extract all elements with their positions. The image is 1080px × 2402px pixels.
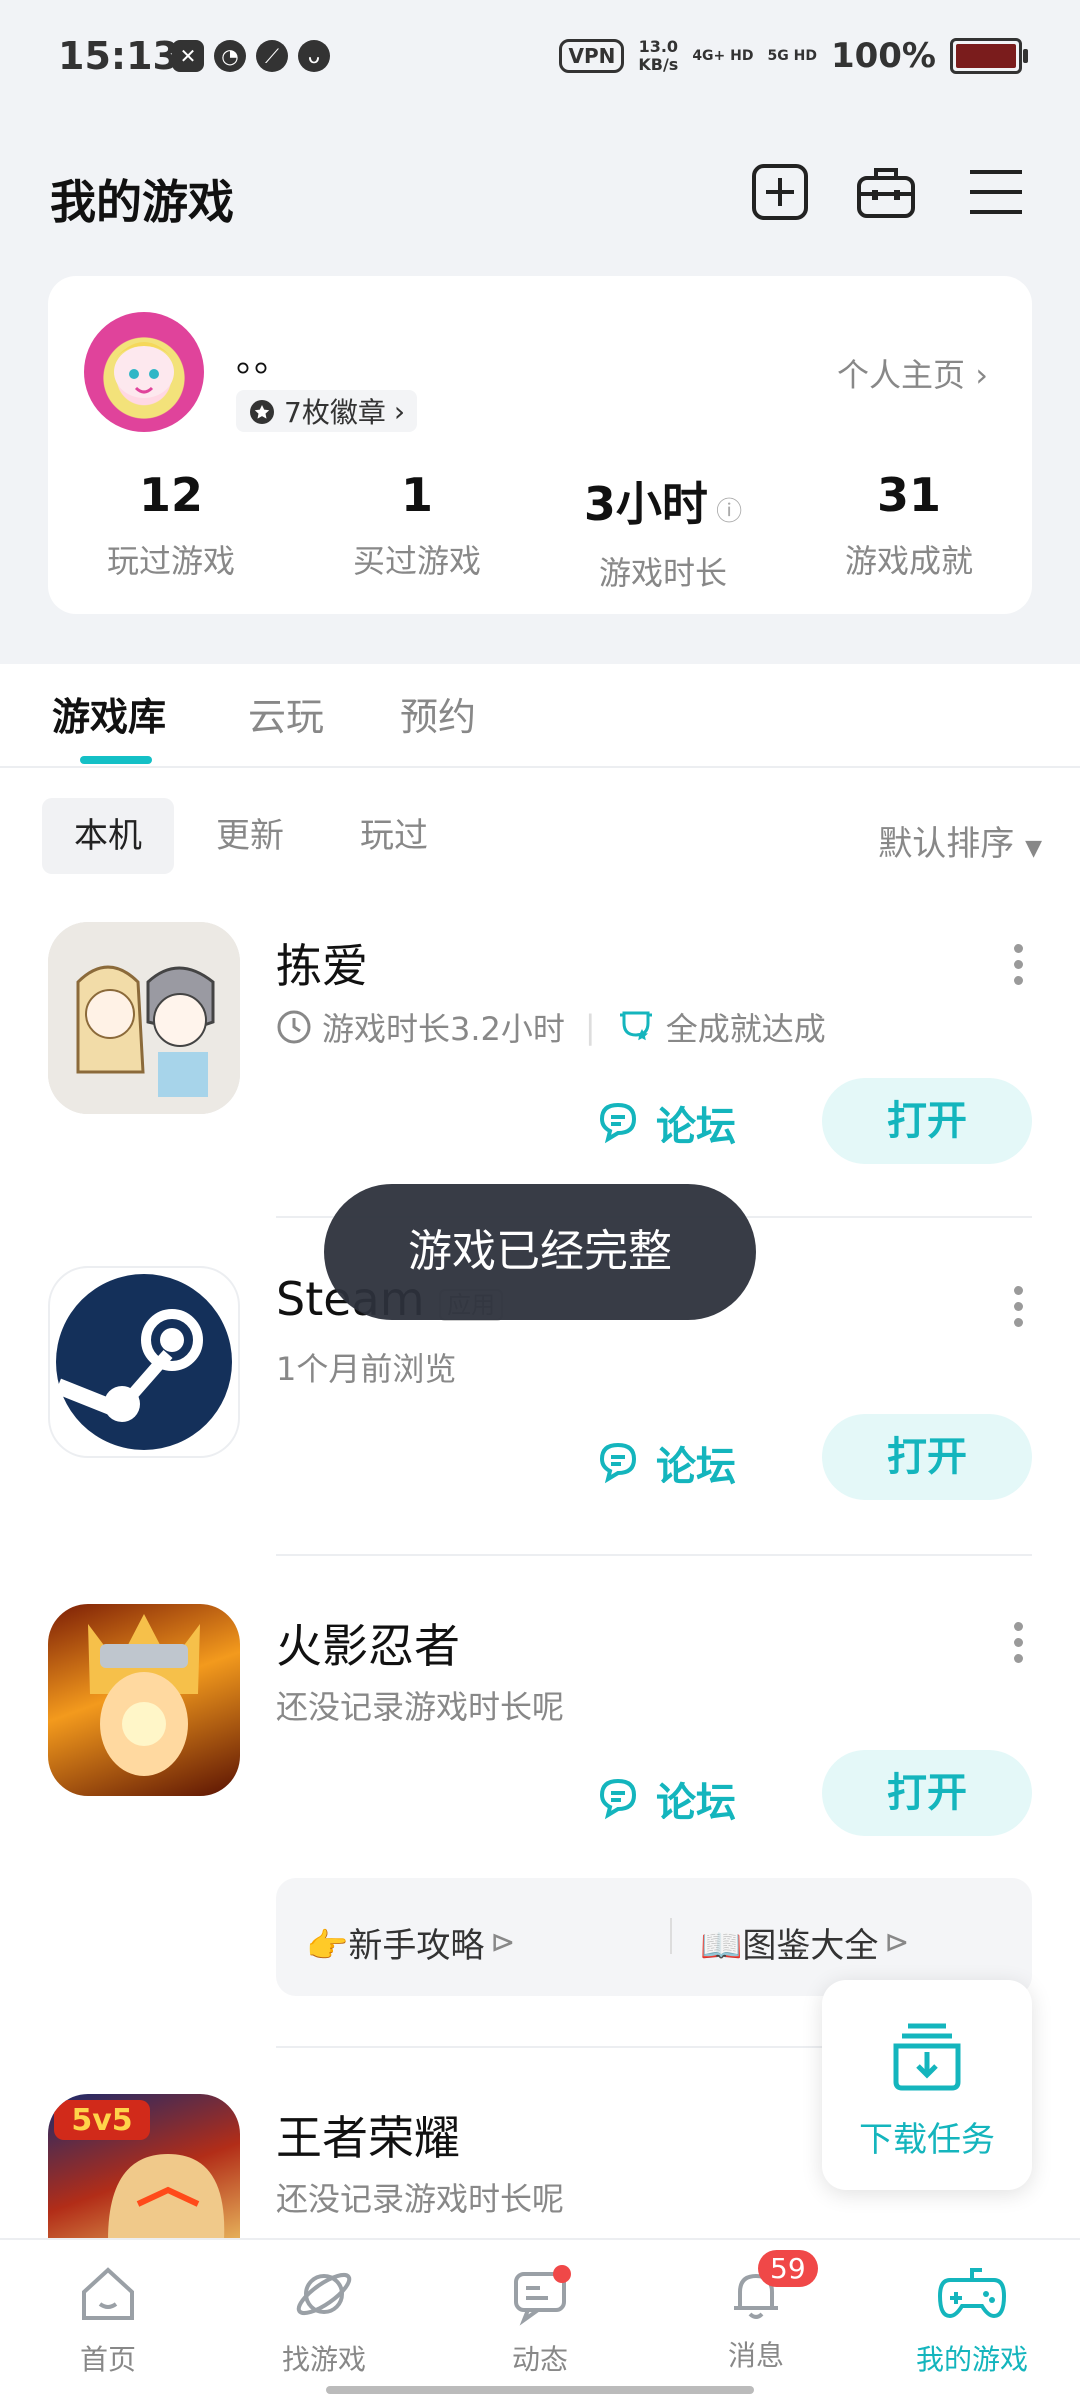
chat-bubble-icon	[514, 2265, 571, 2326]
alarm-icon: ◔	[214, 40, 246, 72]
chevron-right-icon: ›	[393, 394, 406, 428]
separator	[670, 1918, 672, 1954]
forum-button[interactable]: 论坛	[596, 1094, 736, 1152]
app-cat-icon: ᴗ	[298, 40, 330, 72]
user-nickname: 。。	[236, 339, 291, 380]
nav-find-games[interactable]: 找游戏	[216, 2262, 432, 2378]
nav-my-games[interactable]: 我的游戏	[864, 2262, 1080, 2378]
download-task-label: 下载任务	[859, 2120, 995, 2160]
more-options-icon[interactable]	[1014, 1286, 1024, 1334]
gamepad-icon	[937, 2268, 1007, 2319]
open-button[interactable]: 打开	[822, 1750, 1032, 1836]
last-browsed: 1个月前浏览	[276, 1350, 457, 1388]
honor-of-kings-art-icon: 5v5	[54, 2100, 225, 2240]
svg-text:5v5: 5v5	[71, 2103, 132, 2138]
jianai-art-icon	[48, 922, 240, 1114]
separator: |	[584, 1008, 596, 1046]
tab-indicator	[80, 756, 152, 764]
trophy-icon	[619, 1011, 652, 1041]
badge-count[interactable]: 7枚徽章 ›	[236, 390, 418, 432]
signal-4g: 4G+ HD	[692, 48, 754, 64]
beginner-guide-link[interactable]: 👉新手攻略 ⊳	[306, 1918, 515, 1967]
open-button[interactable]: 打开	[822, 1078, 1032, 1164]
game-icon-naruto[interactable]	[48, 1604, 240, 1796]
stat-play-time[interactable]: 3小时 ⓘ 游戏时长	[540, 468, 786, 594]
stat-achievements[interactable]: 31 游戏成就	[786, 468, 1032, 582]
forum-button[interactable]: 论坛	[596, 1770, 736, 1828]
caret-down-icon: ▼	[1025, 836, 1042, 861]
planet-icon	[296, 2272, 352, 2316]
avatar[interactable]	[84, 312, 204, 432]
vpn-icon: VPN	[559, 39, 625, 73]
game-icon-steam[interactable]	[48, 1266, 240, 1458]
status-time: 15:13	[58, 34, 179, 78]
game-playtime: 还没记录游戏时长呢	[276, 1688, 565, 1726]
filter-played[interactable]: 玩过	[328, 798, 460, 874]
game-icon-jianai[interactable]	[48, 922, 240, 1114]
game-playtime: 游戏时长3.2小时 | 全成就达成	[276, 1004, 826, 1050]
chevron-circle-icon: ⊳	[490, 1925, 516, 1960]
stat-played-games[interactable]: 12 玩过游戏	[48, 468, 294, 582]
sort-dropdown[interactable]: 默认排序 ▼	[878, 816, 1042, 865]
app-leaf-icon: ⟋	[256, 40, 288, 72]
status-bar: 15:13 ✕ ◔ ⟋ ᴗ VPN 13.0 KB/s 4G+ HD 5G HD…	[0, 0, 1080, 120]
toolbox-icon[interactable]	[856, 162, 916, 222]
medal-icon	[250, 400, 274, 424]
notification-icons: ✕ ◔ ⟋ ᴗ	[172, 40, 330, 72]
battery-icon	[950, 38, 1028, 74]
menu-icon[interactable]	[966, 162, 1026, 222]
app-notification-icon: ✕	[172, 40, 204, 72]
more-options-icon[interactable]	[1014, 944, 1024, 992]
stat-bought-games[interactable]: 1 买过游戏	[294, 468, 540, 582]
naruto-art-icon	[88, 1614, 200, 1776]
system-indicators: VPN 13.0 KB/s 4G+ HD 5G HD 100%	[559, 36, 1028, 76]
message-count-badge: 59	[758, 2250, 818, 2287]
game-icon-honor-of-kings[interactable]: 5v5	[48, 2094, 240, 2240]
chevron-right-icon: ›	[975, 356, 988, 394]
download-icon	[893, 2023, 961, 2091]
network-speed: 13.0 KB/s	[638, 37, 679, 74]
game-name[interactable]: 火影忍者	[276, 1610, 460, 1676]
toast-message: 游戏已经完整	[324, 1184, 756, 1320]
filter-local[interactable]: 本机	[42, 798, 174, 874]
forum-icon	[599, 1442, 637, 1484]
profile-link[interactable]: 个人主页 ›	[837, 350, 988, 396]
game-name[interactable]: 王者荣耀	[276, 2102, 460, 2168]
tab-reservations[interactable]: 预约	[400, 686, 476, 741]
tab-cloud-play[interactable]: 云玩	[248, 686, 324, 741]
home-icon	[82, 2267, 134, 2320]
tab-game-library[interactable]: 游戏库	[52, 686, 166, 741]
forum-icon	[599, 1102, 637, 1144]
battery-percent: 100%	[830, 36, 936, 76]
divider	[276, 1554, 1032, 1556]
nav-messages[interactable]: 59 消息	[648, 2250, 864, 2374]
game-playtime: 还没记录游戏时长呢	[276, 2180, 565, 2218]
forum-icon	[599, 1778, 637, 1820]
more-options-icon[interactable]	[1014, 1622, 1024, 1670]
avatar-character-icon	[112, 342, 176, 398]
open-button[interactable]: 打开	[822, 1414, 1032, 1500]
nav-home[interactable]: 首页	[0, 2262, 216, 2378]
forum-button[interactable]: 论坛	[596, 1434, 736, 1492]
encyclopedia-link[interactable]: 📖图鉴大全 ⊳	[700, 1918, 909, 1967]
filter-updates[interactable]: 更新	[184, 798, 316, 874]
home-indicator[interactable]	[326, 2386, 754, 2394]
page-title: 我的游戏	[50, 175, 234, 229]
signal-5g: 5G HD	[767, 48, 817, 64]
nav-feed[interactable]: 动态	[432, 2262, 648, 2378]
clock-icon	[277, 1010, 311, 1044]
add-icon[interactable]	[750, 162, 810, 222]
info-icon: ⓘ	[707, 497, 743, 527]
game-name[interactable]: 拣爱	[276, 930, 368, 996]
divider	[0, 766, 1080, 768]
chevron-circle-icon: ⊳	[884, 1925, 910, 1960]
steam-logo-icon	[55, 1274, 232, 1450]
